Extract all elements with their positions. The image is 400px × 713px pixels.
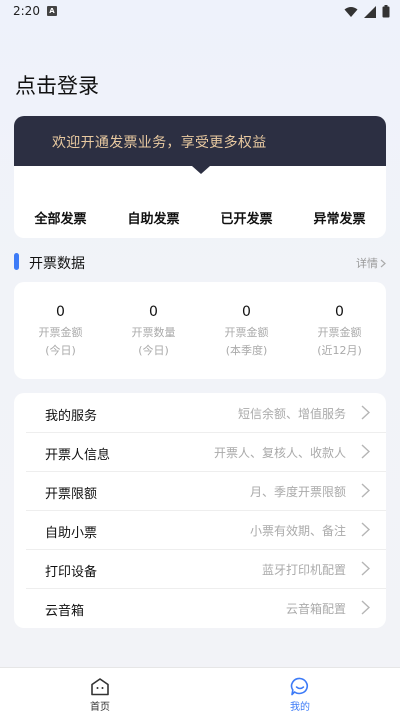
stat-period: (本季度) bbox=[225, 344, 268, 357]
tab-home[interactable]: 首页 bbox=[0, 668, 200, 713]
chevron-right-icon bbox=[361, 522, 370, 537]
chevron-right-icon bbox=[361, 561, 370, 576]
menu-item-desc: 开票人、复核人、收款人 bbox=[213, 446, 346, 460]
stat-12month-amount: 0 开票金额 (近12月) bbox=[293, 282, 386, 379]
wifi-icon bbox=[344, 6, 358, 17]
menu-item-label: 开票限额 bbox=[45, 487, 98, 502]
chevron-right-icon bbox=[361, 483, 370, 498]
details-label: 详情 bbox=[356, 257, 378, 270]
battery-icon bbox=[382, 5, 390, 18]
promo-text: 欢迎开通发票业务，享受更多权益 bbox=[52, 135, 267, 151]
stat-value: 0 bbox=[56, 304, 65, 320]
invoice-promo-card: 欢迎开通发票业务，享受更多权益 全部发票 自助发票 已开发票 异常发票 bbox=[14, 116, 386, 238]
menu-item-print-device[interactable]: 打印设备 蓝牙打印机配置 bbox=[26, 549, 386, 589]
self-service-invoices-button[interactable]: 自助发票 bbox=[107, 208, 200, 227]
invoice-data-header: 开票数据 详情 bbox=[14, 252, 386, 272]
stat-period: (今日) bbox=[138, 344, 169, 357]
stat-label: 开票金额 bbox=[317, 326, 362, 339]
promo-banner[interactable]: 欢迎开通发票业务，享受更多权益 bbox=[14, 116, 386, 166]
stat-period: (今日) bbox=[45, 344, 76, 357]
stat-quarter-amount: 0 开票金额 (本季度) bbox=[200, 282, 293, 379]
tab-home-label: 首页 bbox=[90, 702, 110, 713]
menu-item-label: 打印设备 bbox=[45, 565, 98, 580]
details-link[interactable]: 详情 bbox=[356, 255, 386, 271]
stat-value: 0 bbox=[242, 304, 251, 320]
menu-item-label: 开票人信息 bbox=[45, 448, 111, 463]
stat-value: 0 bbox=[149, 304, 158, 320]
stat-period: (近12月) bbox=[317, 344, 362, 357]
chat-bubble-icon bbox=[290, 677, 309, 696]
chevron-right-icon bbox=[380, 259, 386, 267]
status-icons bbox=[344, 5, 390, 18]
menu-item-label: 自助小票 bbox=[45, 526, 98, 541]
menu-item-self-service-receipt[interactable]: 自助小票 小票有效期、备注 bbox=[26, 510, 386, 550]
status-time: 2:20 bbox=[13, 4, 40, 18]
status-bar: 2:20 A bbox=[0, 0, 400, 24]
chevron-right-icon bbox=[361, 600, 370, 615]
settings-menu: 我的服务 短信余额、增值服务 开票人信息 开票人、复核人、收款人 开票限额 月、… bbox=[14, 393, 386, 628]
stat-today-count: 0 开票数量 (今日) bbox=[107, 282, 200, 379]
chevron-right-icon bbox=[361, 444, 370, 459]
tab-mine-label: 我的 bbox=[290, 702, 310, 713]
menu-item-my-services[interactable]: 我的服务 短信余额、增值服务 bbox=[26, 393, 386, 433]
issued-invoices-button[interactable]: 已开发票 bbox=[200, 208, 293, 227]
menu-item-desc: 云音箱配置 bbox=[285, 602, 346, 616]
menu-item-invoice-limit[interactable]: 开票限额 月、季度开票限额 bbox=[26, 471, 386, 511]
menu-item-desc: 蓝牙打印机配置 bbox=[261, 563, 346, 577]
menu-item-label: 我的服务 bbox=[45, 409, 98, 424]
notification-icon: A bbox=[47, 6, 57, 16]
bottom-tab-bar: 首页 我的 bbox=[0, 667, 400, 713]
menu-item-desc: 小票有效期、备注 bbox=[249, 524, 346, 538]
tab-mine[interactable]: 我的 bbox=[200, 668, 400, 713]
menu-item-issuer-info[interactable]: 开票人信息 开票人、复核人、收款人 bbox=[26, 432, 386, 472]
stat-today-amount: 0 开票金额 (今日) bbox=[14, 282, 107, 379]
menu-item-desc: 月、季度开票限额 bbox=[249, 485, 346, 499]
all-invoices-button[interactable]: 全部发票 bbox=[14, 208, 107, 227]
menu-item-label: 云音箱 bbox=[45, 604, 85, 619]
section-accent-bar bbox=[14, 253, 19, 270]
abnormal-invoices-button[interactable]: 异常发票 bbox=[293, 208, 386, 227]
stat-value: 0 bbox=[335, 304, 344, 320]
section-title: 开票数据 bbox=[29, 256, 85, 272]
invoice-type-row: 全部发票 自助发票 已开发票 异常发票 bbox=[14, 208, 386, 227]
invoice-stats-card: 0 开票金额 (今日) 0 开票数量 (今日) 0 开票金额 (本季度) 0 开… bbox=[14, 282, 386, 379]
stat-label: 开票金额 bbox=[38, 326, 83, 339]
promo-pointer bbox=[192, 166, 210, 174]
menu-item-desc: 短信余额、增值服务 bbox=[237, 407, 346, 421]
menu-item-cloud-speaker[interactable]: 云音箱 云音箱配置 bbox=[26, 588, 386, 627]
home-icon bbox=[91, 678, 109, 696]
login-link[interactable]: 点击登录 bbox=[15, 70, 99, 100]
stat-label: 开票数量 bbox=[131, 326, 176, 339]
chevron-right-icon bbox=[361, 405, 370, 420]
stat-label: 开票金额 bbox=[224, 326, 269, 339]
signal-icon bbox=[364, 5, 376, 18]
